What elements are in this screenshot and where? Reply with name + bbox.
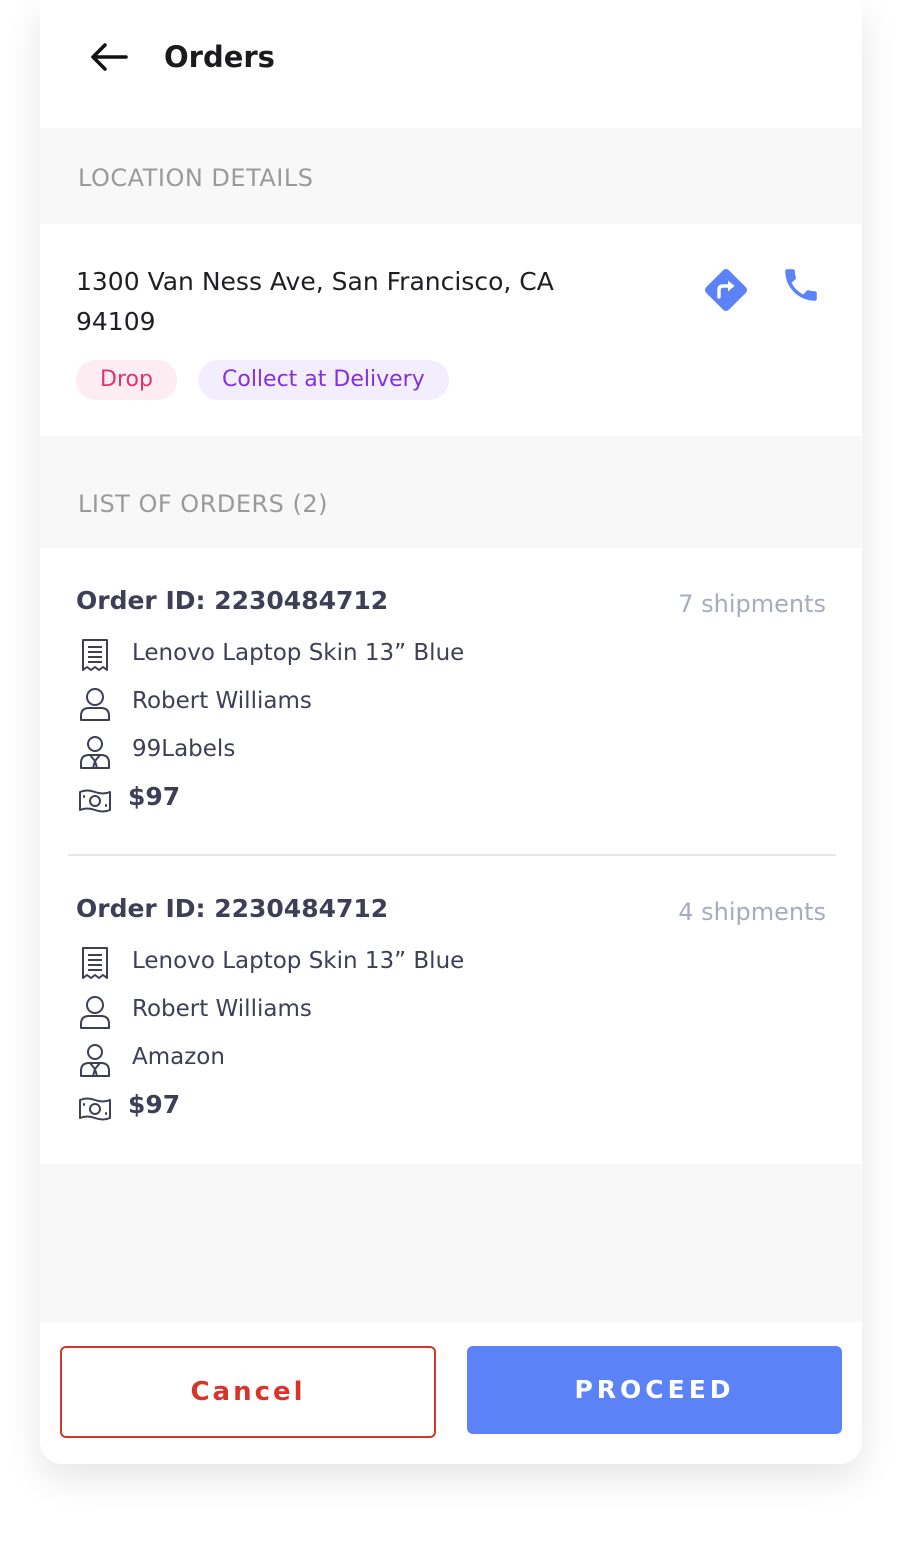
phone-icon[interactable]: [780, 264, 822, 306]
directions-icon[interactable]: [700, 264, 752, 316]
seller-row: Amazon: [76, 1042, 676, 1078]
cancel-button[interactable]: Cancel: [60, 1346, 436, 1438]
product-row: Lenovo Laptop Skin 13” Blue: [76, 946, 676, 982]
seller-name: 99Labels: [132, 736, 236, 762]
location-details-panel: 1300 Van Ness Ave, San Francisco, CA 941…: [40, 224, 862, 436]
business-person-icon: [80, 736, 110, 769]
product-name: Lenovo Laptop Skin 13” Blue: [132, 640, 465, 666]
customer-row: Robert Williams: [76, 686, 676, 722]
cash-icon: [79, 789, 111, 813]
collect-at-delivery-tag: Collect at Delivery: [198, 360, 449, 400]
order-id: Order ID: 2230484712: [76, 894, 389, 923]
proceed-button[interactable]: PROCEED: [467, 1346, 842, 1434]
receipt-icon: [82, 947, 108, 979]
order-id: Order ID: 2230484712: [76, 586, 389, 615]
cash-icon: [79, 1097, 111, 1121]
amount-row: $97: [76, 1090, 676, 1126]
shipment-count: 4 shipments: [678, 898, 826, 926]
user-icon: [80, 996, 110, 1029]
receipt-icon: [82, 639, 108, 671]
order-item[interactable]: Order ID: 2230484712 4 shipments Lenovo …: [40, 856, 862, 1121]
business-person-icon: [80, 1044, 110, 1077]
customer-name: Robert Williams: [132, 688, 312, 714]
amount-row: $97: [76, 782, 676, 818]
seller-name: Amazon: [132, 1044, 225, 1070]
location-section-label: LOCATION DETAILS: [78, 164, 314, 192]
product-row: Lenovo Laptop Skin 13” Blue: [76, 638, 676, 674]
order-card: Orders LOCATION DETAILS 1300 Van Ness Av…: [40, 0, 862, 1464]
page-title: Orders: [164, 40, 275, 74]
action-footer: Cancel PROCEED: [40, 1322, 862, 1464]
customer-row: Robert Williams: [76, 994, 676, 1030]
order-amount: $97: [128, 782, 181, 811]
order-item[interactable]: Order ID: 2230484712 7 shipments Lenovo …: [40, 548, 862, 813]
product-name: Lenovo Laptop Skin 13” Blue: [132, 948, 465, 974]
orders-list: Order ID: 2230484712 7 shipments Lenovo …: [40, 548, 862, 1164]
order-amount: $97: [128, 1090, 181, 1119]
app-header: Orders: [40, 0, 862, 128]
orders-section-label: LIST OF ORDERS (2): [78, 490, 329, 518]
user-icon: [80, 688, 110, 721]
seller-row: 99Labels: [76, 734, 676, 770]
arrow-left-icon[interactable]: [88, 38, 128, 76]
customer-name: Robert Williams: [132, 996, 312, 1022]
shipment-count: 7 shipments: [678, 590, 826, 618]
delivery-address: 1300 Van Ness Ave, San Francisco, CA 941…: [76, 267, 554, 336]
drop-tag: Drop: [76, 360, 177, 400]
